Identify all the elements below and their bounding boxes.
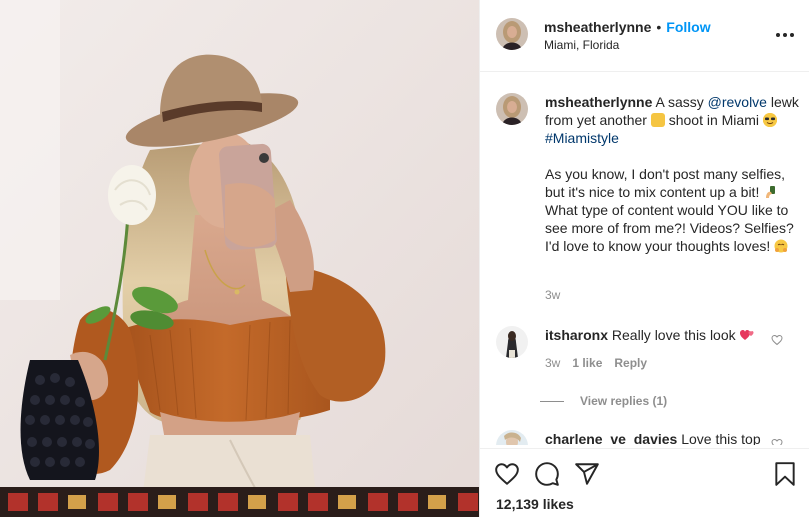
caption-mention-link[interactable]: @revolve — [708, 94, 767, 110]
more-options-icon[interactable] — [776, 26, 794, 44]
instagram-post: msheatherlynne • Follow Miami, Florida m… — [0, 0, 809, 517]
separator-dot: • — [656, 19, 662, 35]
sunglasses-emoji-glyph — [762, 113, 777, 127]
commenter-username[interactable]: itsharonx — [545, 327, 608, 343]
view-replies-line — [540, 400, 564, 402]
more-dot — [776, 33, 780, 37]
post-sidebar: msheatherlynne • Follow Miami, Florida m… — [479, 0, 809, 517]
comment-likes-count[interactable]: 1 like — [572, 356, 602, 370]
like-comment-heart-icon[interactable] — [771, 438, 783, 445]
caption-text-part: As you know, I don't post many selfies, … — [545, 166, 786, 200]
post-actions: 12,139 likes — [480, 448, 809, 517]
caption-avatar[interactable] — [496, 93, 528, 125]
commenter-avatar-image — [496, 326, 528, 358]
follow-button[interactable]: Follow — [666, 19, 710, 35]
post-location[interactable]: Miami, Florida — [544, 38, 711, 52]
sunglasses-emoji-icon — [762, 113, 777, 127]
caption-hashtag-link[interactable]: #Miamistyle — [545, 130, 619, 146]
post-author-block: msheatherlynne • Follow Miami, Florida — [544, 19, 711, 52]
commenter-avatar[interactable] — [496, 326, 528, 358]
comment-item: itsharonx Really love this look 3w 1 lik… — [496, 326, 796, 386]
more-dot — [790, 33, 794, 37]
heart-icon[interactable] — [494, 461, 520, 487]
reply-button[interactable]: Reply — [614, 356, 647, 370]
comment-item: charlene_ve_davies Love this top — [496, 430, 796, 445]
caption-text-part: A sassy — [652, 94, 708, 110]
comment-body: Really love this look — [608, 327, 736, 343]
post-photo[interactable] — [0, 0, 479, 517]
comment-timestamp[interactable]: 3w — [545, 356, 560, 370]
more-dot — [783, 33, 787, 37]
comment-meta: 3w 1 like Reply — [545, 356, 647, 370]
caption-text-part: shoot in Miami — [664, 112, 763, 128]
view-replies-button[interactable]: View replies (1) — [540, 394, 667, 408]
author-username[interactable]: msheatherlynne — [544, 19, 651, 35]
commenter-username[interactable]: charlene_ve_davies — [545, 431, 677, 445]
like-comment-heart-icon[interactable] — [771, 334, 783, 346]
hugging-face-emoji-icon — [774, 239, 788, 253]
caption-paragraph-2: As you know, I don't post many selfies, … — [545, 165, 805, 255]
author-avatar-image — [496, 18, 528, 50]
comment-text: itsharonx Really love this look — [545, 326, 765, 344]
author-avatar[interactable] — [496, 18, 528, 50]
selfie-emoji-glyph — [766, 186, 776, 198]
share-icon[interactable] — [574, 461, 600, 487]
view-replies-label: View replies (1) — [580, 394, 668, 408]
caption-timestamp[interactable]: 3w — [545, 288, 560, 302]
comments-list[interactable]: msheatherlynne A sassy @revolve lewk fro… — [480, 73, 809, 445]
hugging-face-emoji-glyph — [774, 239, 788, 253]
selfie-emoji-icon — [763, 185, 777, 199]
raised-hands-emoji-icon — [650, 113, 665, 127]
post-header: msheatherlynne • Follow Miami, Florida — [480, 0, 809, 72]
comment-icon[interactable] — [534, 461, 560, 487]
caption-text-part: What type of content would YOU like to s… — [545, 202, 794, 254]
likes-count[interactable]: 12,139 likes — [496, 496, 574, 512]
post-photo-illustration — [0, 0, 479, 517]
bookmark-icon[interactable] — [772, 461, 798, 487]
caption-avatar-image — [496, 93, 528, 125]
comment-text: charlene_ve_davies Love this top — [545, 430, 765, 445]
caption-username[interactable]: msheatherlynne — [545, 94, 652, 110]
two-hearts-emoji-icon — [739, 330, 754, 340]
comment-body: Love this top — [677, 431, 761, 445]
caption-paragraph-1: msheatherlynne A sassy @revolve lewk fro… — [545, 93, 805, 147]
post-author-line: msheatherlynne • Follow — [544, 19, 711, 35]
commenter-avatar-image — [496, 430, 528, 445]
caption-text: msheatherlynne A sassy @revolve lewk fro… — [545, 93, 805, 255]
commenter-avatar[interactable] — [496, 430, 528, 445]
